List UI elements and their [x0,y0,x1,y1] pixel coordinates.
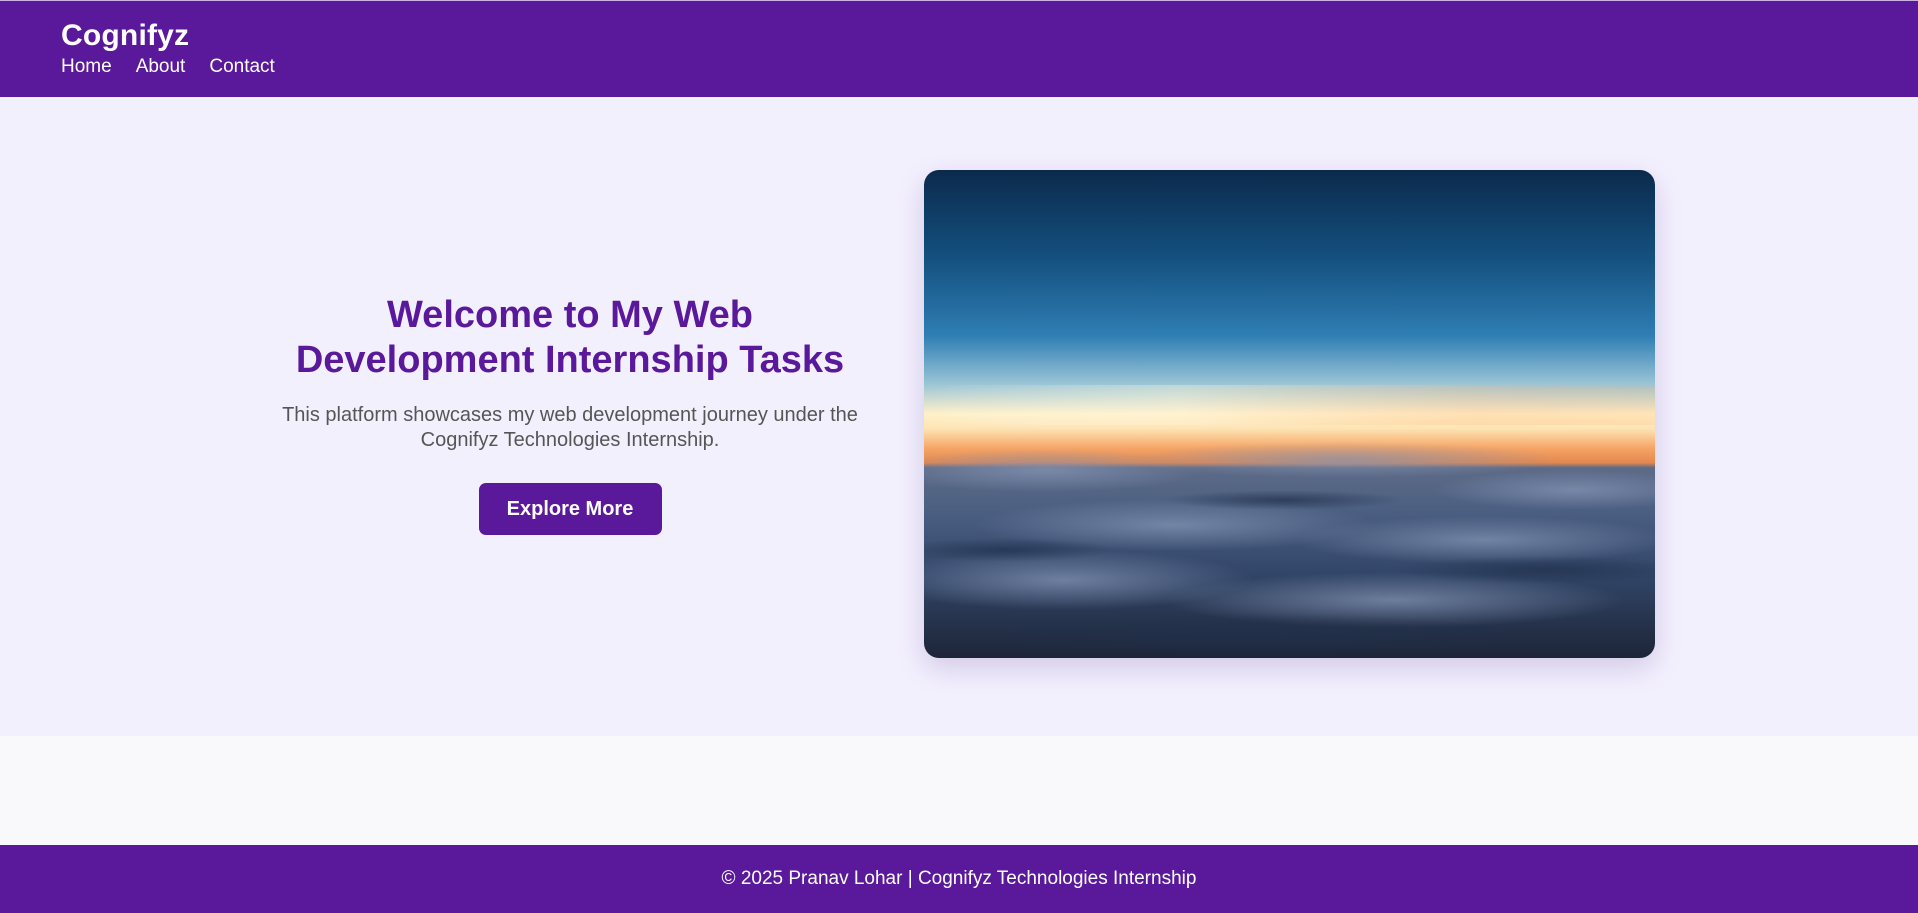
nav-link-about[interactable]: About [136,55,186,79]
nav-menu: Home About Contact [61,55,275,79]
sky-above-clouds-picture [924,170,1655,658]
brand-logo[interactable]: Cognifyz [61,17,189,55]
hero-image [924,170,1655,658]
navbar: Cognifyz Home About Contact [0,0,1918,97]
page-spacer [0,736,1918,845]
explore-more-button[interactable]: Explore More [478,483,662,535]
hero-subtitle: This platform showcases my web developme… [282,404,858,451]
hero-text-block: Welcome to My Web Development Internship… [270,293,870,535]
nav-link-home[interactable]: Home [61,55,112,79]
hero-title: Welcome to My Web Development Internship… [295,294,845,381]
hero-section: Welcome to My Web Development Internship… [0,97,1918,736]
nav-link-contact[interactable]: Contact [209,55,274,79]
footer-copyright: © 2025 Pranav Lohar | Cognifyz Technolog… [721,868,1197,889]
footer: © 2025 Pranav Lohar | Cognifyz Technolog… [0,845,1918,913]
